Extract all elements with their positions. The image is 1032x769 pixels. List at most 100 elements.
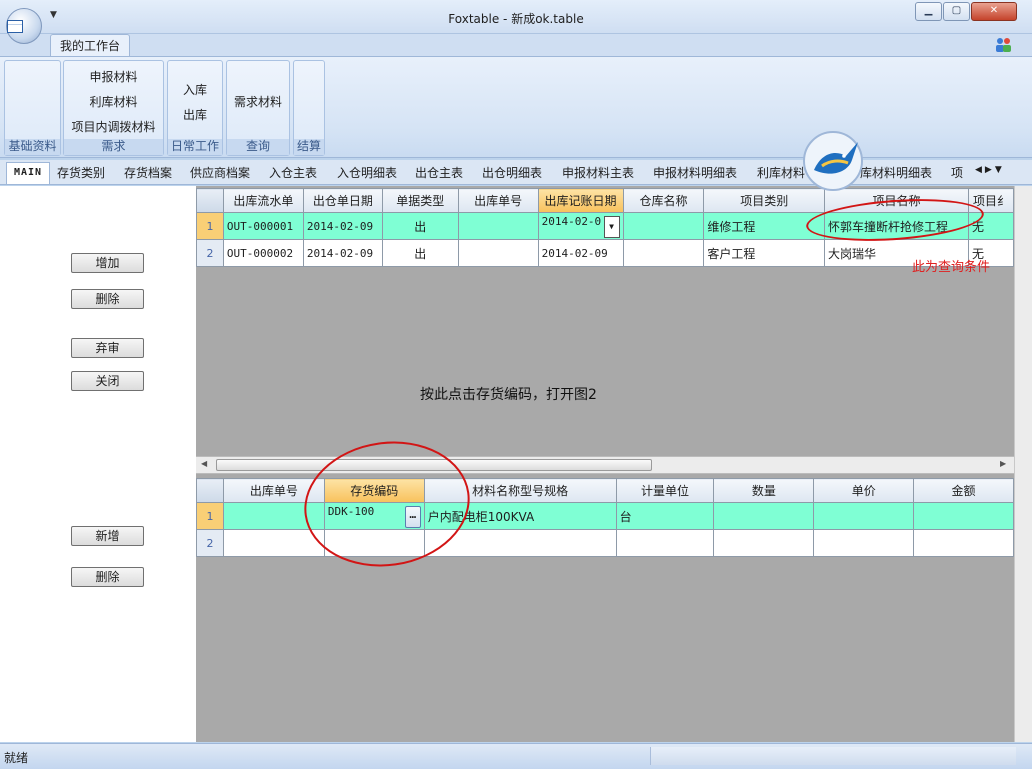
column-header[interactable]: 单据类型 — [381, 188, 459, 213]
table-cell[interactable]: 2014-02-09 — [537, 239, 624, 267]
declare-material-button[interactable]: 申报材料 — [64, 68, 163, 85]
add-button[interactable]: 增加 — [71, 253, 144, 273]
ribbon-group-basic: 基础资料 — [4, 60, 61, 156]
tab-stockin-master[interactable]: 入仓主表 — [269, 164, 317, 181]
tab-declare-detail[interactable]: 申报材料明细表 — [653, 164, 737, 181]
grid-area: 出库流水单 出仓单日期 单据类型 出库单号 出库记账日期 仓库名称 项目类别 项… — [196, 186, 1014, 742]
tab-inventory-category[interactable]: 存货类别 — [57, 164, 105, 181]
table-cell[interactable] — [813, 529, 915, 557]
scroll-right-icon[interactable]: ▶ — [1000, 459, 1006, 468]
date-cell-value: 2014-02-0 — [541, 214, 602, 228]
ribbon-group-caption: 需求 — [64, 139, 163, 155]
column-header[interactable]: 项目类别 — [703, 188, 826, 213]
column-header[interactable]: 出库单号 — [457, 188, 539, 213]
window-title: Foxtable - 新成ok.table — [448, 12, 584, 26]
ribbon-group-daily: 入库 出库 日常工作 — [167, 60, 223, 156]
maximize-button[interactable]: ▢ — [943, 2, 970, 21]
column-header[interactable]: 仓库名称 — [622, 188, 705, 213]
column-header[interactable]: 单价 — [813, 478, 915, 503]
close-form-button[interactable]: 关闭 — [71, 371, 144, 391]
table-cell[interactable]: OUT-000002 — [222, 239, 304, 267]
table-cell[interactable] — [457, 239, 539, 267]
table-cell[interactable]: 2014-02-09 — [302, 239, 383, 267]
table-cell[interactable] — [622, 212, 705, 240]
ribbon-tab-strip: 我的工作台 — [0, 34, 1032, 58]
column-header[interactable]: 出库流水单 — [222, 188, 304, 213]
row-number[interactable]: 2 — [196, 239, 224, 267]
table-cell[interactable] — [913, 529, 1014, 557]
query-condition-note: 此为查询条件 — [912, 260, 991, 275]
tab-main[interactable]: MAIN — [6, 162, 50, 184]
new-detail-button[interactable]: 新增 — [71, 526, 144, 546]
row-number[interactable]: 2 — [196, 529, 224, 557]
tab-stockin-detail[interactable]: 入仓明细表 — [337, 164, 397, 181]
minimize-button[interactable]: ▁ — [915, 2, 942, 21]
table-cell[interactable]: 台 — [615, 502, 715, 530]
ribbon-group-settle: 结算 — [293, 60, 325, 156]
tab-stockout-master[interactable]: 出仓主表 — [415, 164, 463, 181]
tab-stock-material-detail[interactable]: 库材料明细表 — [860, 164, 932, 181]
app-menu-button[interactable] — [6, 8, 42, 44]
table-cell[interactable] — [913, 502, 1014, 530]
grid-corner[interactable] — [196, 478, 224, 503]
abandon-audit-button[interactable]: 弃审 — [71, 338, 144, 358]
open-figure-note: 按此点击存货编码，打开图2 — [420, 387, 597, 403]
table-cell[interactable] — [457, 212, 539, 240]
ribbon-group-caption: 基础资料 — [5, 139, 60, 155]
table-tab-strip: MAIN 存货类别 存货档案 供应商档案 入仓主表 入仓明细表 出仓主表 出仓明… — [0, 160, 1032, 185]
row-number[interactable]: 1 — [196, 212, 224, 240]
tab-stock-material[interactable]: 利库材料 — [757, 164, 805, 181]
table-cell[interactable]: 客户工程 — [703, 239, 826, 267]
right-edge-strip — [1014, 186, 1032, 742]
table-cell[interactable] — [813, 502, 915, 530]
column-header[interactable]: 出仓单日期 — [302, 188, 383, 213]
tab-supplier-archive[interactable]: 供应商档案 — [190, 164, 250, 181]
demand-material-button[interactable]: 需求材料 — [227, 93, 289, 110]
tab-inventory-archive[interactable]: 存货档案 — [124, 164, 172, 181]
delete-button[interactable]: 删除 — [71, 289, 144, 309]
table-icon — [7, 19, 23, 33]
table-cell[interactable]: 出 — [381, 239, 459, 267]
stock-material-button[interactable]: 利库材料 — [64, 93, 163, 110]
ribbon-tab-workbench[interactable]: 我的工作台 — [50, 34, 130, 58]
column-header[interactable]: 金额 — [913, 478, 1014, 503]
stock-in-button[interactable]: 入库 — [168, 81, 222, 98]
table-cell[interactable] — [622, 239, 705, 267]
tab-declare-master[interactable]: 申报材料主表 — [562, 164, 634, 181]
delete-detail-button[interactable]: 删除 — [71, 567, 144, 587]
table-cell[interactable] — [713, 502, 815, 530]
table-cell[interactable]: OUT-000001 — [222, 212, 304, 240]
table-cell[interactable] — [713, 529, 815, 557]
row-number[interactable]: 1 — [196, 502, 224, 530]
ribbon-group-query: 需求材料 查询 — [226, 60, 290, 156]
tab-scroll-arrows-icon[interactable]: ◀▶▼ — [975, 165, 1005, 175]
table-cell[interactable] — [615, 529, 715, 557]
side-panel: 增加 删除 弃审 关闭 新增 删除 — [0, 186, 196, 742]
grid-corner[interactable] — [196, 188, 224, 213]
column-header[interactable]: 数量 — [713, 478, 815, 503]
status-panel — [650, 747, 1016, 765]
tab-stockout-detail[interactable]: 出仓明细表 — [482, 164, 542, 181]
stock-out-button[interactable]: 出库 — [168, 106, 222, 123]
users-icon[interactable] — [995, 37, 1013, 53]
scroll-left-icon[interactable]: ◀ — [201, 459, 207, 468]
table-cell[interactable] — [222, 529, 325, 557]
ribbon-group-caption: 结算 — [294, 139, 324, 155]
bird-logo-icon — [803, 131, 863, 191]
status-bar: 就绪 — [0, 743, 1032, 769]
date-cell-editor[interactable]: ▼ 2014-02-0 — [537, 212, 624, 240]
tab-more[interactable]: 项 — [951, 164, 963, 181]
column-header-selected[interactable]: 出库记账日期 — [537, 188, 624, 213]
transfer-material-button[interactable]: 项目内调拨材料 — [64, 118, 163, 135]
ribbon-group-caption: 日常工作 — [168, 139, 222, 155]
close-button[interactable]: ✕ — [971, 2, 1017, 21]
column-header[interactable]: 计量单位 — [615, 478, 715, 503]
ribbon-group-caption: 查询 — [227, 139, 289, 155]
table-row[interactable]: 2 OUT-000002 2014-02-09 出 2014-02-09 客户工… — [196, 239, 1014, 267]
chevron-down-icon[interactable]: ▼ — [603, 215, 620, 238]
title-bar: ▼ Foxtable - 新成ok.table ▁ ▢ ✕ — [0, 0, 1032, 34]
table-cell[interactable]: 2014-02-09 — [302, 212, 383, 240]
table-cell[interactable]: 出 — [381, 212, 459, 240]
ribbon-panel: 基础资料 申报材料 利库材料 项目内调拨材料 需求 入库 出库 日常工作 需求材… — [0, 56, 1032, 158]
ribbon-group-demand: 申报材料 利库材料 项目内调拨材料 需求 — [63, 60, 164, 156]
